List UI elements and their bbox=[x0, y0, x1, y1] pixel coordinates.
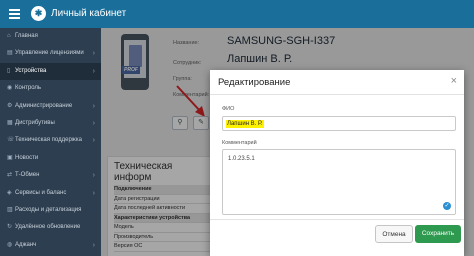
agent-icon: ◍ bbox=[7, 241, 13, 248]
cancel-button[interactable]: Отмена bbox=[375, 225, 413, 243]
fio-label: ФИО bbox=[222, 106, 235, 112]
sidebar-item[interactable]: ↻ Удалённое обновление bbox=[0, 219, 101, 236]
modal-title: Редактирование bbox=[218, 77, 291, 88]
sidebar-item[interactable]: ⚙ Администрирование › bbox=[0, 98, 101, 115]
sidebar-item[interactable]: ▤ Управление лицензиями › bbox=[0, 45, 101, 62]
fio-input-value: Лапшин В. Р. bbox=[226, 120, 264, 128]
exchange-icon: ⇄ bbox=[7, 172, 13, 179]
chevron-right-icon: › bbox=[92, 137, 95, 145]
edit-modal: Редактирование × ФИО Лапшин В. Р. Коммен… bbox=[210, 70, 464, 256]
top-bar: ✱ Личный кабинет bbox=[0, 0, 474, 28]
sidebar-item-label: Контроль bbox=[15, 85, 42, 92]
sidebar-item[interactable]: ▥ Расходы и детализация bbox=[0, 202, 101, 219]
chevron-right-icon: › bbox=[92, 50, 95, 58]
sidebar-item-label: Дистрибутивы bbox=[15, 119, 55, 126]
sidebar-item[interactable]: ☏Техническая поддержка › bbox=[0, 132, 101, 149]
sidebar-item-label: Главная bbox=[15, 33, 38, 39]
sidebar-item-label: Техническая поддержка bbox=[15, 137, 82, 144]
sidebar-item[interactable]: ◉ Контроль bbox=[0, 80, 101, 97]
sidebar-item[interactable]: ⌂ Главная bbox=[0, 28, 101, 45]
sidebar-item[interactable]: ⇄ Т-Обмен › bbox=[0, 167, 101, 184]
control-icon: ◉ bbox=[7, 85, 13, 92]
sidebar-item-label: Сервисы и баланс bbox=[15, 189, 67, 196]
sidebar-item[interactable]: ▦ Дистрибутивы › bbox=[0, 115, 101, 132]
check-icon: ✓ bbox=[443, 202, 451, 210]
admin-icon: ⚙ bbox=[7, 102, 13, 109]
app-title: Личный кабинет bbox=[51, 8, 127, 19]
sidebar-item-label: Расходы и детализация bbox=[15, 206, 82, 213]
services-icon: ◈ bbox=[7, 189, 12, 196]
sidebar-item-label: Удалённое обновление bbox=[15, 224, 81, 231]
hamburger-menu-icon[interactable] bbox=[9, 9, 20, 19]
close-icon[interactable]: × bbox=[451, 75, 457, 87]
comment-label: Комментарий bbox=[222, 140, 257, 146]
sidebar-item[interactable]: ◍ Аджанч › bbox=[0, 237, 101, 254]
license-icon: ▤ bbox=[7, 50, 13, 57]
chevron-right-icon: › bbox=[92, 172, 95, 180]
distrib-icon: ▦ bbox=[7, 119, 13, 126]
update-icon: ↻ bbox=[7, 224, 13, 231]
sidebar-item-label: Администрирование bbox=[15, 102, 73, 109]
comment-textarea[interactable]: 1.0.23.5.1 ✓ bbox=[222, 149, 456, 215]
news-icon: ▣ bbox=[7, 154, 13, 161]
sidebar-item-label: Устройства bbox=[15, 67, 47, 74]
home-icon: ⌂ bbox=[7, 33, 11, 39]
sidebar-item-label: Новости bbox=[15, 154, 39, 161]
sidebar-item[interactable]: ▣ Новости bbox=[0, 150, 101, 167]
sidebar-item[interactable]: ▯ Устройства › bbox=[0, 62, 101, 81]
logo-icon: ✱ bbox=[31, 6, 46, 21]
chevron-right-icon: › bbox=[92, 189, 95, 197]
chevron-right-icon: › bbox=[92, 67, 95, 75]
save-button[interactable]: Сохранить bbox=[415, 225, 461, 243]
comment-value: 1.0.23.5.1 bbox=[228, 156, 255, 162]
sidebar-item[interactable]: ◈ Сервисы и баланс › bbox=[0, 185, 101, 202]
expenses-icon: ▥ bbox=[7, 206, 13, 213]
sidebar-item-label: Управление лицензиями bbox=[15, 50, 84, 57]
modal-header: Редактирование × bbox=[210, 70, 464, 95]
fio-input[interactable]: Лапшин В. Р. bbox=[222, 116, 456, 131]
devices-icon: ▯ bbox=[7, 67, 11, 74]
sidebar: ⌂ Главная ▤ Управление лицензиями › ▯ Устройст… bbox=[0, 28, 101, 256]
chevron-right-icon: › bbox=[92, 102, 95, 110]
sidebar-item-label: Т-Обмен bbox=[15, 172, 40, 179]
sidebar-item-label: Аджанч bbox=[15, 241, 37, 248]
chevron-right-icon: › bbox=[92, 241, 95, 249]
support-icon: ☏ bbox=[7, 137, 15, 144]
modal-footer bbox=[210, 219, 464, 220]
chevron-right-icon: › bbox=[92, 119, 95, 127]
